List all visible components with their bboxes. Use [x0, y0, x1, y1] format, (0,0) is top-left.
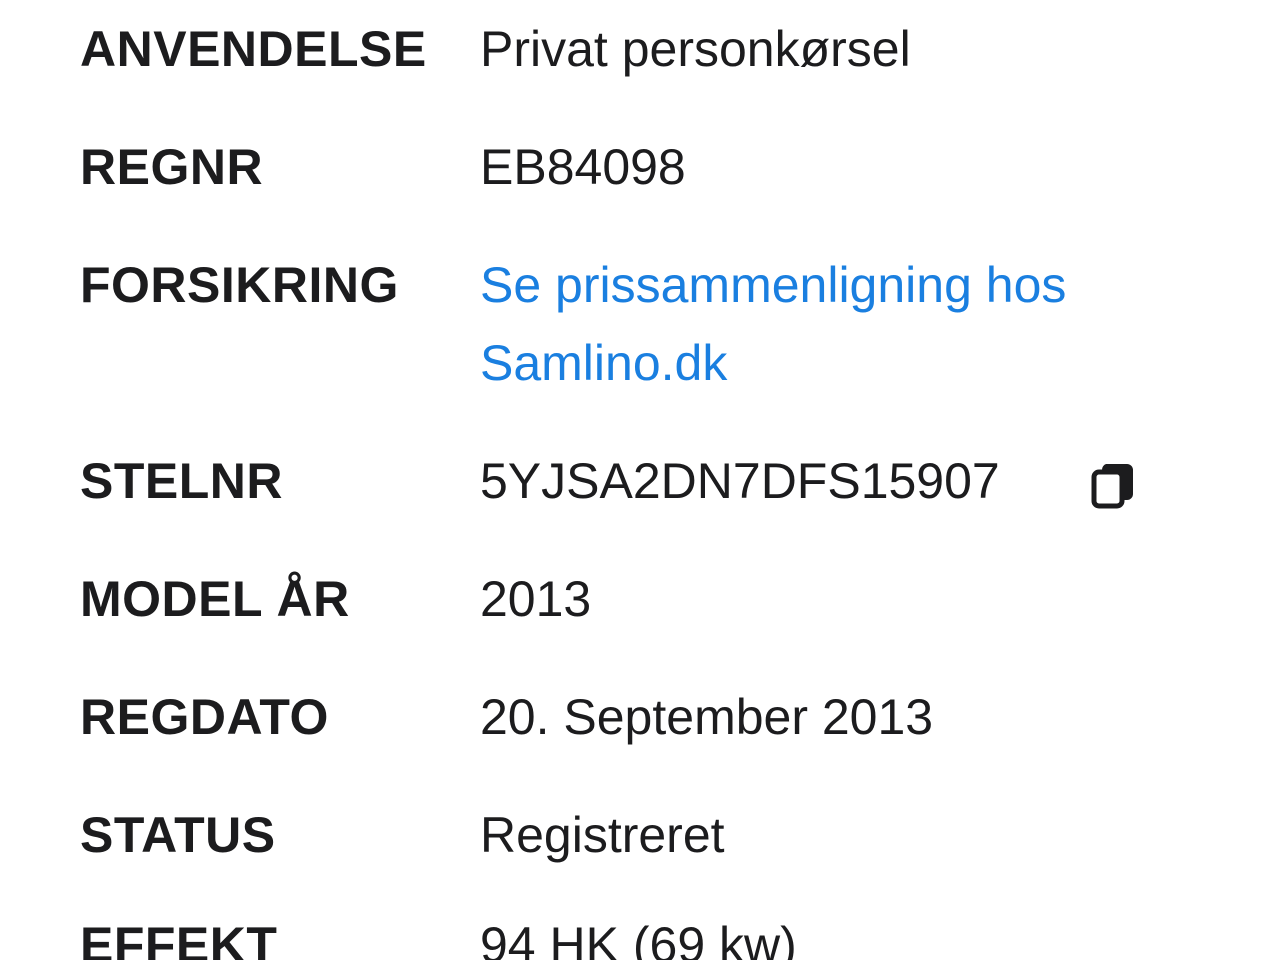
copy-icon[interactable]: [1086, 456, 1142, 512]
row-value: EB84098: [480, 139, 686, 195]
row-label: STATUS: [80, 807, 276, 863]
row-label: ANVENDELSE: [80, 21, 427, 77]
row-label: FORSIKRING: [80, 257, 399, 313]
row-value: 5YJSA2DN7DFS15907: [480, 453, 1000, 509]
row-value: Privat personkørsel: [480, 21, 911, 77]
row-label: STELNR: [80, 453, 283, 509]
row-label: REGDATO: [80, 689, 329, 745]
row-value: Registreret: [480, 807, 725, 863]
row-value: 20. September 2013: [480, 689, 934, 745]
row-value: 2013: [480, 571, 592, 627]
row-label: MODEL ÅR: [80, 571, 350, 627]
row-label: REGNR: [80, 139, 264, 195]
insurance-comparison-link[interactable]: Se prissammenligning hos: [480, 246, 1066, 324]
row-value: 94 HK (69 kw): [480, 917, 797, 960]
row-label: EFFEKT: [80, 917, 278, 960]
insurance-comparison-link-line2[interactable]: Samlino.dk: [480, 324, 727, 402]
